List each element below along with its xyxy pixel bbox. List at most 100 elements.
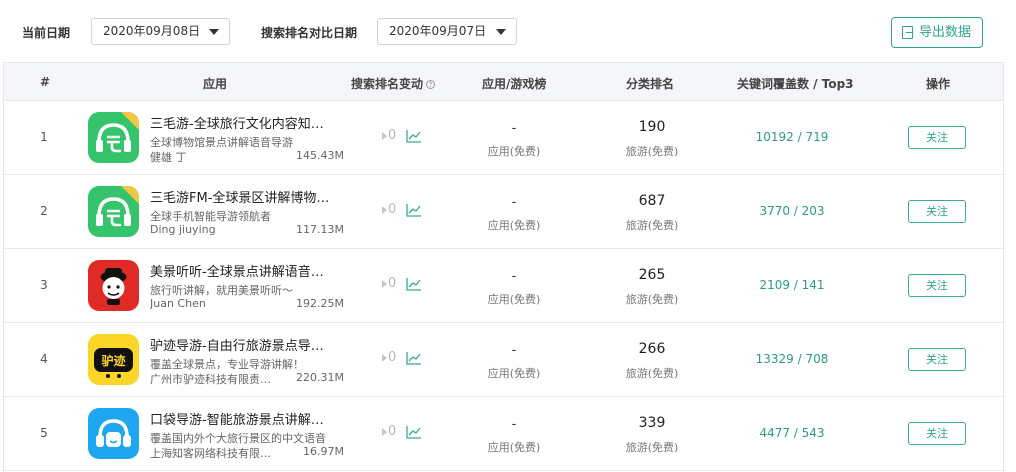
current-date-label: 当前日期 <box>22 26 71 40</box>
app-name[interactable]: 三毛游-全球旅行文化内容知… <box>150 113 345 132</box>
rank-change-value: 0 <box>388 424 397 439</box>
app-size: 192.25M <box>296 297 344 310</box>
lvji-guide-icon[interactable]: 驴迹 <box>88 334 139 385</box>
header-chart: 应用/游戏榜 <box>482 77 547 91</box>
rank-change: 0 <box>382 350 396 365</box>
category-type: 旅游(免费) <box>625 293 679 306</box>
category-type: 旅游(免费) <box>625 367 679 380</box>
rank-change-value: 0 <box>388 128 397 143</box>
header-category: 分类排名 <box>626 77 675 91</box>
app-size: 117.13M <box>296 223 344 236</box>
table-row[interactable]: 5 口袋导游-智能旅游景点讲解… 覆盖国内外个大旅行景区的中文语音 上海知客网络… <box>4 397 1003 471</box>
current-date-value: 2020年09月08日 <box>103 24 201 38</box>
chevron-down-icon <box>209 29 219 35</box>
app-developer: 广州市驴迹科技有限责… <box>150 373 271 386</box>
app-developer: Ding jiuying <box>150 223 216 236</box>
chart-type: 应用(免费) <box>487 219 541 232</box>
category-type: 旅游(免费) <box>625 145 679 158</box>
chart-rank: - <box>511 417 517 432</box>
app-name[interactable]: 美景听听-全球景点讲解语音… <box>150 261 345 280</box>
row-number: 4 <box>40 352 48 366</box>
svg-text:驴迹: 驴迹 <box>101 353 125 368</box>
category-rank: 190 <box>638 119 666 135</box>
chart-rank: - <box>511 343 517 358</box>
trend-chart-icon[interactable] <box>406 351 422 365</box>
trend-chart-icon[interactable] <box>406 203 422 217</box>
trend-chart-icon[interactable] <box>406 129 422 143</box>
rank-change: 0 <box>382 128 396 143</box>
follow-button[interactable]: 关注 <box>908 274 966 297</box>
table-row[interactable]: 1 三毛游-全球旅行文化内容知… 全球博物馆景点讲解语音导游 健雄 丁 145.… <box>4 101 1003 175</box>
export-button[interactable]: 导出数据 <box>891 17 983 48</box>
category-type: 旅游(免费) <box>625 441 679 454</box>
help-icon[interactable]: ? <box>426 80 436 89</box>
header-app: 应用 <box>203 77 228 91</box>
keyword-coverage[interactable]: 3770 / 203 <box>736 204 848 218</box>
table-row[interactable]: 4 驴迹 驴迹导游-自由行旅游景点导… 覆盖全球景点，专业导游讲解！ 广州市驴迹… <box>4 323 1003 397</box>
chart-rank: - <box>511 195 517 210</box>
category-rank: 266 <box>638 341 666 357</box>
follow-button[interactable]: 关注 <box>908 126 966 149</box>
keyword-coverage[interactable]: 13329 / 708 <box>736 352 848 366</box>
header-num: # <box>40 75 51 89</box>
rank-change-value: 0 <box>388 350 397 365</box>
rank-change: 0 <box>382 276 396 291</box>
app-developer: 健雄 丁 <box>150 151 187 164</box>
rank-change: 0 <box>382 424 396 439</box>
category-rank: 339 <box>638 415 666 431</box>
app-description: 全球手机智能导游领航者 <box>150 210 271 223</box>
sanmao-fm-icon[interactable] <box>88 186 139 237</box>
chart-type: 应用(免费) <box>487 293 541 306</box>
header-rank-change-label: 搜索排名变动 <box>351 77 424 91</box>
triangle-right-icon <box>382 205 387 214</box>
app-name[interactable]: 驴迹导游-自由行旅游景点导… <box>150 335 345 354</box>
app-description: 旅行听讲解，就用美景听听～ <box>150 284 293 297</box>
header-keywords: 关键词覆盖数 / Top3 <box>737 77 854 91</box>
chevron-down-icon <box>496 29 506 35</box>
chart-rank: - <box>511 121 517 136</box>
follow-button[interactable]: 关注 <box>908 348 966 371</box>
keyword-coverage[interactable]: 10192 / 719 <box>736 130 848 144</box>
row-number: 2 <box>40 204 48 218</box>
app-description: 覆盖全球景点，专业导游讲解！ <box>150 358 304 371</box>
category-type: 旅游(免费) <box>625 219 679 232</box>
koudai-guide-icon[interactable] <box>88 408 139 459</box>
follow-button[interactable]: 关注 <box>908 200 966 223</box>
triangle-right-icon <box>382 353 387 362</box>
export-label: 导出数据 <box>919 25 972 40</box>
app-name[interactable]: 口袋导游-智能旅游景点讲解… <box>150 409 345 428</box>
chart-type: 应用(免费) <box>487 145 541 158</box>
meijing-tingting-icon[interactable] <box>88 260 139 311</box>
header-action: 操作 <box>926 77 951 91</box>
app-description: 全球博物馆景点讲解语音导游 <box>150 136 293 149</box>
row-number: 3 <box>40 278 48 292</box>
table-row[interactable]: 3 美景听听-全球景点讲解语音… 旅行听讲解，就用美景听听～ Juan Chen… <box>4 249 1003 323</box>
header-rank-change: 搜索排名变动? <box>351 75 436 92</box>
app-size: 145.43M <box>296 149 344 162</box>
table-row[interactable]: 2 三毛游FM-全球景区讲解博物… 全球手机智能导游领航者 Ding jiuyi… <box>4 175 1003 249</box>
row-number: 1 <box>40 130 48 144</box>
category-rank: 265 <box>638 267 666 283</box>
keyword-coverage[interactable]: 2109 / 141 <box>736 278 848 292</box>
triangle-right-icon <box>382 131 387 140</box>
compare-date-select[interactable]: 2020年09月07日 <box>377 18 517 45</box>
rank-change-value: 0 <box>388 276 397 291</box>
sanmao-tour-icon[interactable] <box>88 112 139 163</box>
rank-change: 0 <box>382 202 396 217</box>
row-number: 5 <box>40 426 48 440</box>
triangle-right-icon <box>382 427 387 436</box>
chart-type: 应用(免费) <box>487 367 541 380</box>
export-icon <box>902 26 913 39</box>
compare-date-label: 搜索排名对比日期 <box>261 26 358 40</box>
chart-rank: - <box>511 269 517 284</box>
trend-chart-icon[interactable] <box>406 277 422 291</box>
app-name[interactable]: 三毛游FM-全球景区讲解博物… <box>150 187 345 206</box>
app-description: 覆盖国内外个大旅行景区的中文语音 <box>150 432 326 445</box>
rank-change-value: 0 <box>388 202 397 217</box>
keyword-coverage[interactable]: 4477 / 543 <box>736 426 848 440</box>
follow-button[interactable]: 关注 <box>908 422 966 445</box>
table-header: # 应用 搜索排名变动? 应用/游戏榜 分类排名 关键词覆盖数 / Top3 操… <box>4 62 1003 101</box>
category-rank: 687 <box>638 193 666 209</box>
trend-chart-icon[interactable] <box>406 425 422 439</box>
current-date-select[interactable]: 2020年09月08日 <box>91 18 230 45</box>
